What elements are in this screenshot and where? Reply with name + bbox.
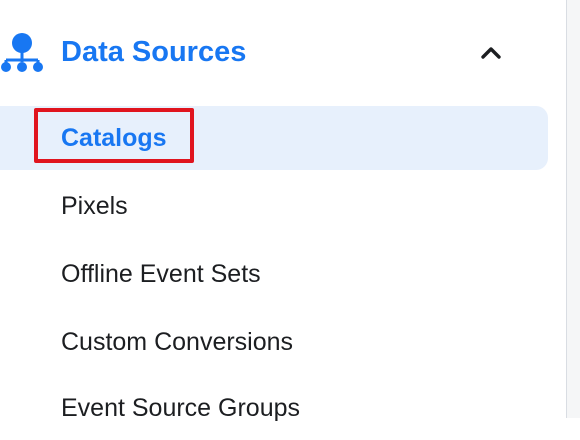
sidebar-item-label: Offline Event Sets <box>61 260 261 288</box>
sidebar-item-label: Catalogs <box>61 124 167 152</box>
section-title: Data Sources <box>61 36 247 68</box>
sidebar-panel: Data Sources Catalogs Pixels Offline Eve… <box>0 0 566 422</box>
sidebar-item-custom-conversions[interactable]: Custom Conversions <box>0 310 548 374</box>
sidebar-item-catalogs[interactable]: Catalogs <box>0 106 548 170</box>
sidebar-item-pixels[interactable]: Pixels <box>0 174 548 238</box>
chevron-up-icon[interactable] <box>476 38 506 68</box>
sidebar-item-offline-event-sets[interactable]: Offline Event Sets <box>0 242 548 306</box>
data-sources-icon <box>0 30 44 74</box>
data-sources-section-header[interactable]: Data Sources <box>0 18 566 88</box>
sidebar-item-label: Event Source Groups <box>61 394 301 422</box>
sidebar-item-event-source-groups[interactable]: Event Source Groups <box>0 376 548 440</box>
sidebar-item-label: Pixels <box>61 192 128 220</box>
right-gutter <box>567 0 580 418</box>
sidebar-item-label: Custom Conversions <box>61 328 294 356</box>
